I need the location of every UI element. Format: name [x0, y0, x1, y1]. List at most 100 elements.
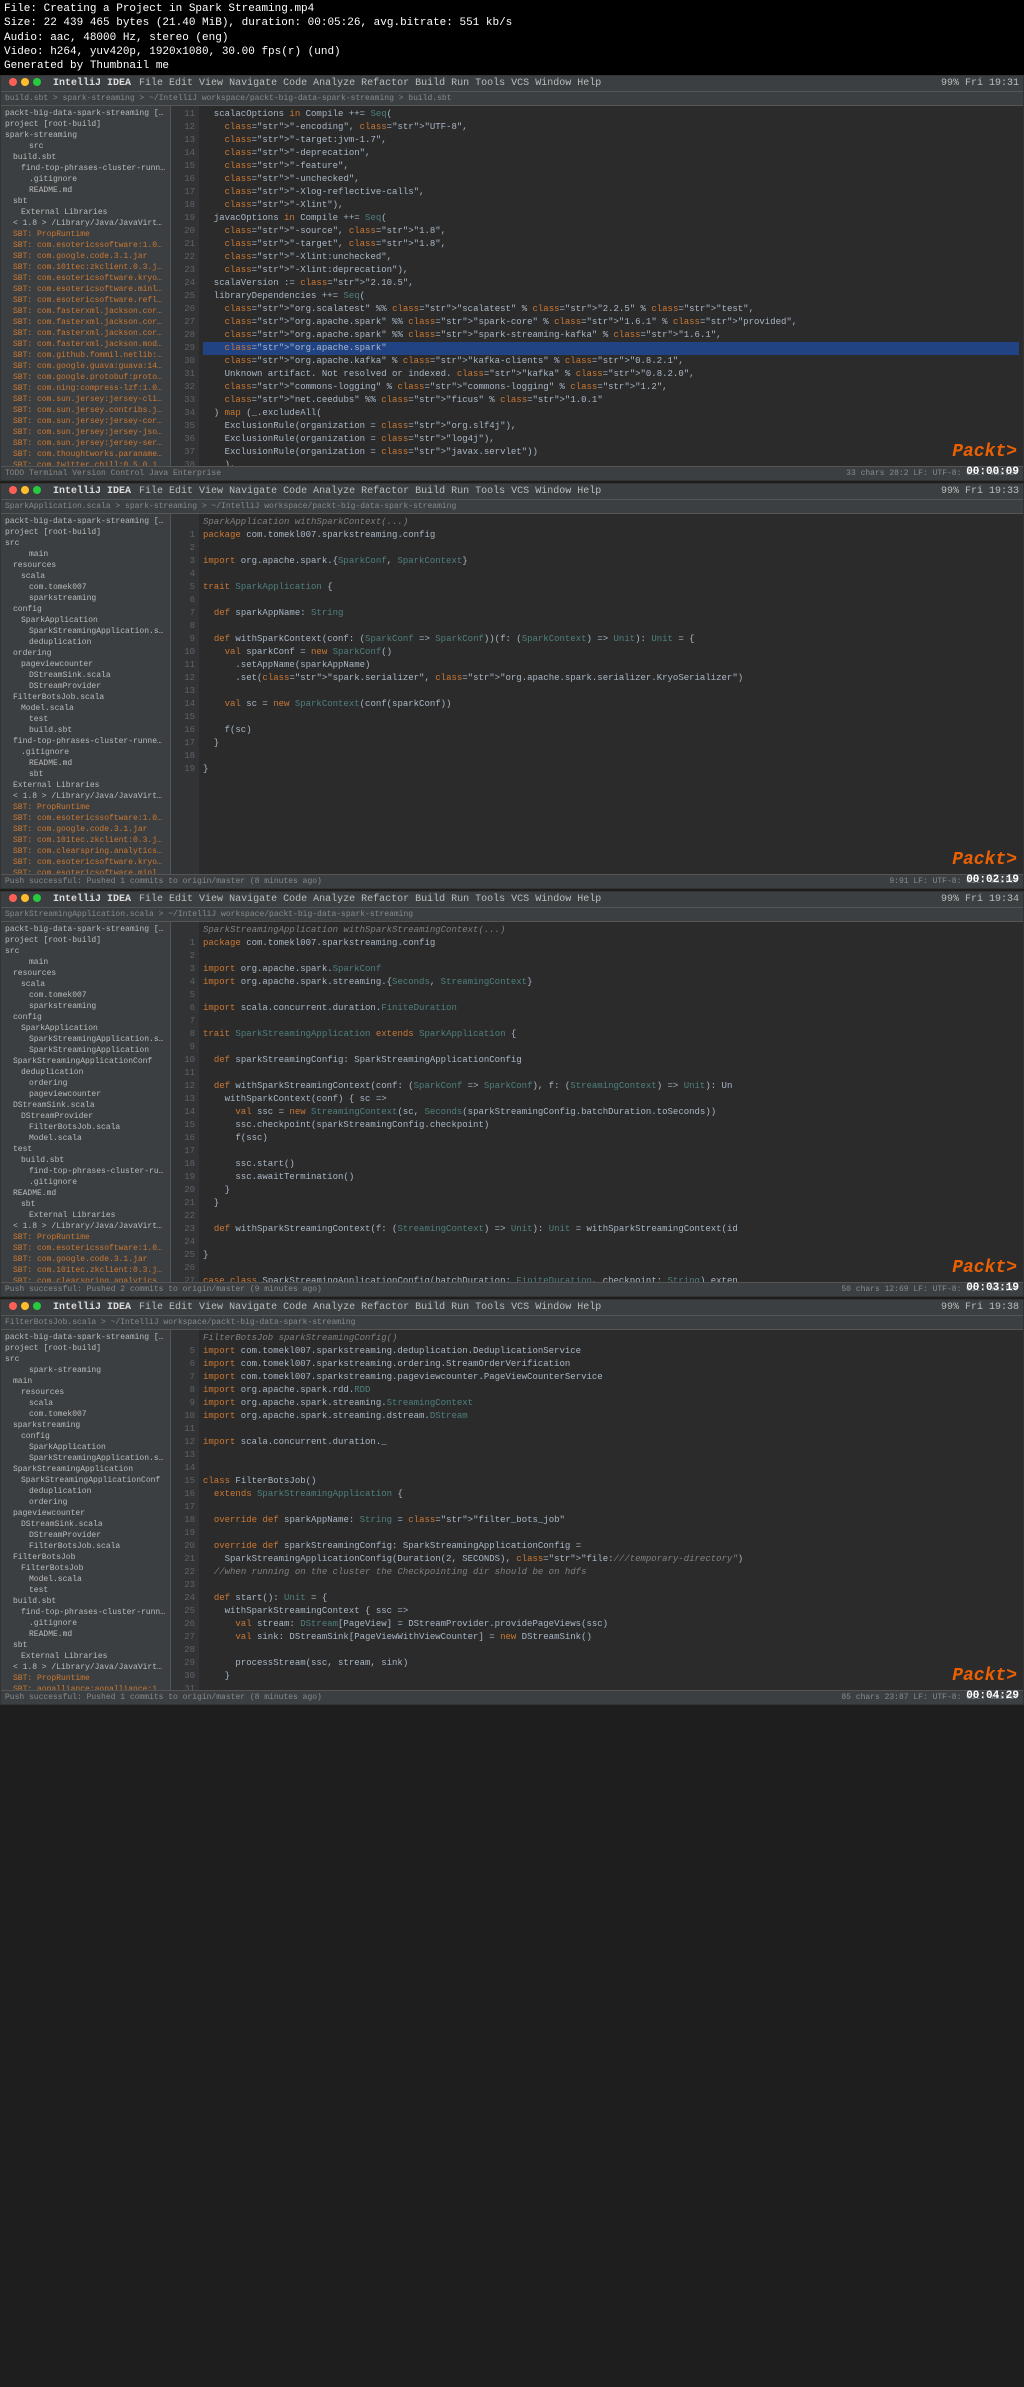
menu-navigate[interactable]: Navigate	[229, 1302, 277, 1313]
tree-item[interactable]: FilterBotsJob	[3, 1563, 168, 1574]
tree-item[interactable]: SparkApplication	[3, 615, 168, 626]
tree-item[interactable]: resources	[3, 968, 168, 979]
menu-run[interactable]: Run	[451, 78, 469, 89]
tree-item[interactable]: SBT: com.google.code.3.1.jar	[3, 824, 168, 835]
menubar[interactable]: IntelliJ IDEA FileEditViewNavigateCodeAn…	[1, 1300, 1023, 1316]
tree-item[interactable]: SBT: PropRuntime	[3, 1232, 168, 1243]
tree-item[interactable]: README.md	[3, 1188, 168, 1199]
tree-item[interactable]: SparkApplication	[3, 1442, 168, 1453]
tree-item[interactable]: FilterBotsJob.scala	[3, 1122, 168, 1133]
tree-item[interactable]: SparkStreamingApplication.scal	[3, 1034, 168, 1045]
menu-help[interactable]: Help	[577, 894, 601, 905]
menu-analyze[interactable]: Analyze	[313, 894, 355, 905]
tree-item[interactable]: SBT: com.thoughtworks.paranamer:paraname…	[3, 449, 168, 460]
menu-window[interactable]: Window	[535, 78, 571, 89]
tree-item[interactable]: SBT: com.clearspring.analytics:stream:2.…	[3, 846, 168, 857]
tree-item[interactable]: SBT: com.github.fommil.netlib:core:1.1.2…	[3, 350, 168, 361]
project-tree[interactable]: packt-big-data-spark-streaming [root]pro…	[1, 1330, 171, 1690]
tree-item[interactable]: SBT: PropRuntime	[3, 802, 168, 813]
menu-view[interactable]: View	[199, 78, 223, 89]
menu-tools[interactable]: Tools	[475, 894, 505, 905]
tree-item[interactable]: resources	[3, 560, 168, 571]
tree-item[interactable]: .gitignore	[3, 1177, 168, 1188]
menu-run[interactable]: Run	[451, 894, 469, 905]
tree-item[interactable]: packt-big-data-spark-streaming [root]	[3, 1332, 168, 1343]
tree-item[interactable]: Model.scala	[3, 1574, 168, 1585]
tree-item[interactable]: pageviewcounter	[3, 1089, 168, 1100]
tree-item[interactable]: config	[3, 604, 168, 615]
tree-item[interactable]: sbt	[3, 196, 168, 207]
tree-item[interactable]: .gitignore	[3, 747, 168, 758]
tree-item[interactable]: packt-big-data-spark-streaming [root]	[3, 516, 168, 527]
tree-item[interactable]: README.md	[3, 758, 168, 769]
tree-item[interactable]: SBT: com.fasterxml.jackson.core:jackson-…	[3, 317, 168, 328]
tree-item[interactable]: DStreamProvider	[3, 1530, 168, 1541]
tree-item[interactable]: SBT: com.sun.jersey:jersey-client:1.9.ja…	[3, 394, 168, 405]
menu-vcs[interactable]: VCS	[511, 1302, 529, 1313]
tree-item[interactable]: spark-streaming	[3, 1365, 168, 1376]
tree-item[interactable]: src	[3, 946, 168, 957]
tree-item[interactable]: SparkStreamingApplication.scal	[3, 1453, 168, 1464]
tree-item[interactable]: SBT: aopalliance:aopalliance:1.0.jar	[3, 1684, 168, 1690]
window-controls[interactable]	[5, 894, 45, 905]
tree-item[interactable]: SBT: com.twitter.chill:0.5.0.jar	[3, 460, 168, 466]
tree-item[interactable]: FilterBotsJob.scala	[3, 1541, 168, 1552]
tree-item[interactable]: config	[3, 1012, 168, 1023]
tree-item[interactable]: pageviewcounter	[3, 1508, 168, 1519]
menu-navigate[interactable]: Navigate	[229, 486, 277, 497]
tree-item[interactable]: < 1.8 > /Library/Java/JavaVirtualMachine…	[3, 1221, 168, 1232]
breadcrumb[interactable]: SparkApplication.scala > spark-streaming…	[1, 500, 1023, 514]
tree-item[interactable]: SBT: com.google.protobuf:protobuf-java:2…	[3, 372, 168, 383]
menu-help[interactable]: Help	[577, 486, 601, 497]
project-tree[interactable]: packt-big-data-spark-streaming [root]pro…	[1, 106, 171, 466]
tree-item[interactable]: SBT: com.esotericssoftware:1.0.jar	[3, 1243, 168, 1254]
menu-tools[interactable]: Tools	[475, 78, 505, 89]
tree-item[interactable]: < 1.8 > /Library/Java/JavaVirtualMachine…	[3, 791, 168, 802]
tree-item[interactable]: deduplication	[3, 1067, 168, 1078]
code-area[interactable]: FilterBotsJob sparkStreamingConfig()impo…	[199, 1330, 1023, 1690]
tree-item[interactable]: DStreamSink.scala	[3, 670, 168, 681]
menu-window[interactable]: Window	[535, 894, 571, 905]
tree-item[interactable]: sparkstreaming	[3, 1420, 168, 1431]
menu-file[interactable]: File	[139, 894, 163, 905]
tree-item[interactable]: config	[3, 1431, 168, 1442]
menu-file[interactable]: File	[139, 486, 163, 497]
tree-item[interactable]: SparkStreamingApplication	[3, 1464, 168, 1475]
menu-build[interactable]: Build	[415, 894, 445, 905]
code-area[interactable]: SparkStreamingApplication withSparkStrea…	[199, 922, 1023, 1282]
tree-item[interactable]: DStreamProvider	[3, 681, 168, 692]
tree-item[interactable]: SBT: com.google.code.3.1.jar	[3, 1254, 168, 1265]
menu-items[interactable]: FileEditViewNavigateCodeAnalyzeRefactorB…	[139, 486, 607, 497]
tree-item[interactable]: sbt	[3, 769, 168, 780]
tree-item[interactable]: find-top-phrases-cluster-runner.sh	[3, 163, 168, 174]
tree-item[interactable]: Model.scala	[3, 703, 168, 714]
editor[interactable]: 5678910111213141516171819202122232425262…	[171, 1330, 1023, 1690]
tree-item[interactable]: SBT: com.clearspring.analytics:stream:2.…	[3, 1276, 168, 1282]
tree-item[interactable]: src	[3, 141, 168, 152]
menu-tools[interactable]: Tools	[475, 486, 505, 497]
breadcrumb[interactable]: FilterBotsJob.scala > ~/IntelliJ workspa…	[1, 1316, 1023, 1330]
editor[interactable]: 12345678910111213141516171819 SparkAppli…	[171, 514, 1023, 874]
tree-item[interactable]: find-top-phrases-cluster-runner.sh	[3, 736, 168, 747]
tree-item[interactable]: com.tomek007	[3, 1409, 168, 1420]
menu-refactor[interactable]: Refactor	[361, 78, 409, 89]
menu-vcs[interactable]: VCS	[511, 486, 529, 497]
tree-item[interactable]: SparkStreamingApplicationConf	[3, 1056, 168, 1067]
tree-item[interactable]: sbt	[3, 1640, 168, 1651]
tree-item[interactable]: DStreamProvider	[3, 1111, 168, 1122]
menubar[interactable]: IntelliJ IDEA FileEditViewNavigateCodeAn…	[1, 484, 1023, 500]
tree-item[interactable]: main	[3, 957, 168, 968]
menu-edit[interactable]: Edit	[169, 486, 193, 497]
menu-refactor[interactable]: Refactor	[361, 486, 409, 497]
tree-item[interactable]: project [root-build]	[3, 935, 168, 946]
menu-vcs[interactable]: VCS	[511, 894, 529, 905]
tree-item[interactable]: build.sbt	[3, 725, 168, 736]
tree-item[interactable]: main	[3, 1376, 168, 1387]
tree-item[interactable]: SBT: com.esotericsoftware.kryo:kryo:2.21…	[3, 857, 168, 868]
tree-item[interactable]: SBT: com.esotericssoftware:1.0.jar	[3, 240, 168, 251]
menu-edit[interactable]: Edit	[169, 894, 193, 905]
menu-help[interactable]: Help	[577, 1302, 601, 1313]
tree-item[interactable]: SBT: com.esotericsoftware.minlog.minlog.…	[3, 284, 168, 295]
tree-item[interactable]: com.tomek007	[3, 990, 168, 1001]
menu-file[interactable]: File	[139, 78, 163, 89]
